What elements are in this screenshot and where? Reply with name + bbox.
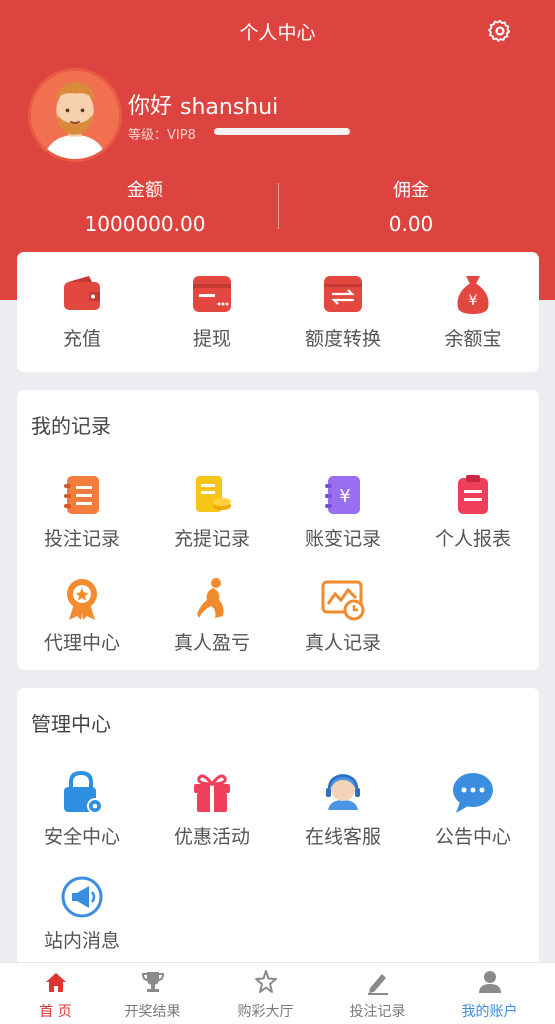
personal-report-button[interactable]: 个人报表 <box>408 472 538 551</box>
lock-gear-icon <box>64 770 103 814</box>
records-title: 我的记录 <box>31 414 111 438</box>
withdraw-label: 提现 <box>192 328 231 350</box>
tab-lottery-results-label: 开奖结果 <box>124 1004 181 1020</box>
avatar[interactable] <box>28 68 122 162</box>
transfer-icon <box>324 276 362 312</box>
stats-divider <box>278 183 279 229</box>
vip-level: 等级：VIP8 <box>128 124 196 143</box>
live-records-button[interactable]: 真人记录 <box>278 576 408 655</box>
svg-text:¥: ¥ <box>339 486 350 507</box>
tab-lottery-hall-label: 购彩大厅 <box>237 1004 294 1020</box>
announcements-label: 公告中心 <box>434 826 511 848</box>
withdraw-button[interactable]: 提现 <box>147 272 277 351</box>
chart-clock-icon <box>321 580 365 621</box>
agent-center-button[interactable]: 代理中心 <box>17 576 147 655</box>
username: shanshui <box>180 95 279 120</box>
customer-service-label: 在线客服 <box>304 826 381 848</box>
announcements-button[interactable]: 公告中心 <box>408 770 538 849</box>
level-progress-bar <box>214 128 350 135</box>
clipboard-icon <box>458 475 488 514</box>
site-messages-label: 站内消息 <box>43 930 120 952</box>
wallet-icon <box>64 276 100 310</box>
transfer-button[interactable]: 额度转换 <box>278 272 408 351</box>
personal-report-label: 个人报表 <box>434 528 511 550</box>
yen-book-icon: ¥ <box>325 476 360 514</box>
security-center-button[interactable]: 安全中心 <box>17 770 147 849</box>
transfer-label: 额度转换 <box>304 328 381 350</box>
management-card: 管理中心 安全中心 优惠活动 在线客服 公告中心 站内消息 <box>17 688 539 972</box>
avatar-illustration <box>31 71 119 159</box>
chat-bubble-icon <box>453 773 493 813</box>
medal-icon <box>67 579 97 620</box>
balance-stat: 金额 1000000.00 <box>45 176 245 236</box>
tab-bet-records[interactable]: 投注记录 <box>322 969 433 1021</box>
level-value: VIP8 <box>167 128 196 143</box>
yuebao-label: 余额宝 <box>444 328 502 350</box>
security-center-label: 安全中心 <box>43 826 120 848</box>
bet-records-label: 投注记录 <box>43 528 120 550</box>
recharge-button[interactable]: 充值 <box>17 272 147 351</box>
trophy-icon <box>141 972 164 992</box>
user-icon <box>478 971 501 993</box>
customer-service-button[interactable]: 在线客服 <box>278 770 408 849</box>
promotions-label: 优惠活动 <box>173 826 250 848</box>
gift-icon <box>194 774 230 812</box>
money-bag-icon: ¥ <box>457 276 489 314</box>
live-records-label: 真人记录 <box>304 632 381 654</box>
greeting-text: 你好 <box>128 94 173 119</box>
tab-my-account[interactable]: 我的账户 <box>434 969 545 1021</box>
level-label: 等级： <box>128 128 168 143</box>
tab-lottery-results[interactable]: 开奖结果 <box>97 969 208 1021</box>
deposit-withdraw-records-button[interactable]: 充提记录 <box>147 472 277 551</box>
svg-text:¥: ¥ <box>469 293 478 309</box>
tab-lottery-hall[interactable]: 购彩大厅 <box>210 969 321 1021</box>
agent-center-label: 代理中心 <box>43 632 120 654</box>
deposit-withdraw-records-label: 充提记录 <box>173 528 250 550</box>
home-icon <box>45 973 66 992</box>
promotions-button[interactable]: 优惠活动 <box>147 770 277 849</box>
tab-home-label: 首 页 <box>39 1004 72 1020</box>
bottom-tab-bar: 首 页 开奖结果 购彩大厅 投注记录 我的账户 <box>0 962 555 1024</box>
balance-label: 金额 <box>127 180 163 201</box>
gear-icon[interactable] <box>487 18 513 44</box>
balance-value: 1000000.00 <box>84 212 206 236</box>
megaphone-icon <box>61 876 103 918</box>
tab-bet-records-label: 投注记录 <box>349 1004 406 1020</box>
management-title: 管理中心 <box>31 712 111 736</box>
recharge-label: 充值 <box>62 328 101 350</box>
tab-my-account-label: 我的账户 <box>461 1004 518 1020</box>
account-change-records-button[interactable]: ¥ 账变记录 <box>278 472 408 551</box>
wallet-actions-card: 充值 提现 额度转换 ¥ 余额宝 <box>17 252 539 372</box>
card-icon <box>193 276 231 312</box>
commission-stat: 佣金 0.00 <box>311 176 511 236</box>
commission-value: 0.00 <box>388 212 434 236</box>
commission-label: 佣金 <box>393 180 429 201</box>
star-icon <box>254 970 277 993</box>
document-coins-icon <box>196 476 231 512</box>
live-profit-loss-button[interactable]: 真人盈亏 <box>147 576 277 655</box>
tab-home[interactable]: 首 页 <box>0 969 111 1021</box>
yuebao-button[interactable]: ¥ 余额宝 <box>408 272 538 351</box>
live-profit-loss-label: 真人盈亏 <box>173 632 250 654</box>
page-title: 个人中心 <box>239 22 316 44</box>
headset-icon <box>326 774 360 810</box>
site-messages-button[interactable]: 站内消息 <box>17 874 147 953</box>
dancer-icon <box>197 578 224 618</box>
notebook-icon <box>64 476 99 514</box>
records-card: 我的记录 投注记录 充提记录 ¥ 账变记录 个人报表 代理中心 真人盈亏 真人记… <box>17 390 539 670</box>
edit-icon <box>367 974 388 995</box>
bet-records-button[interactable]: 投注记录 <box>17 472 147 551</box>
account-change-records-label: 账变记录 <box>304 528 381 550</box>
